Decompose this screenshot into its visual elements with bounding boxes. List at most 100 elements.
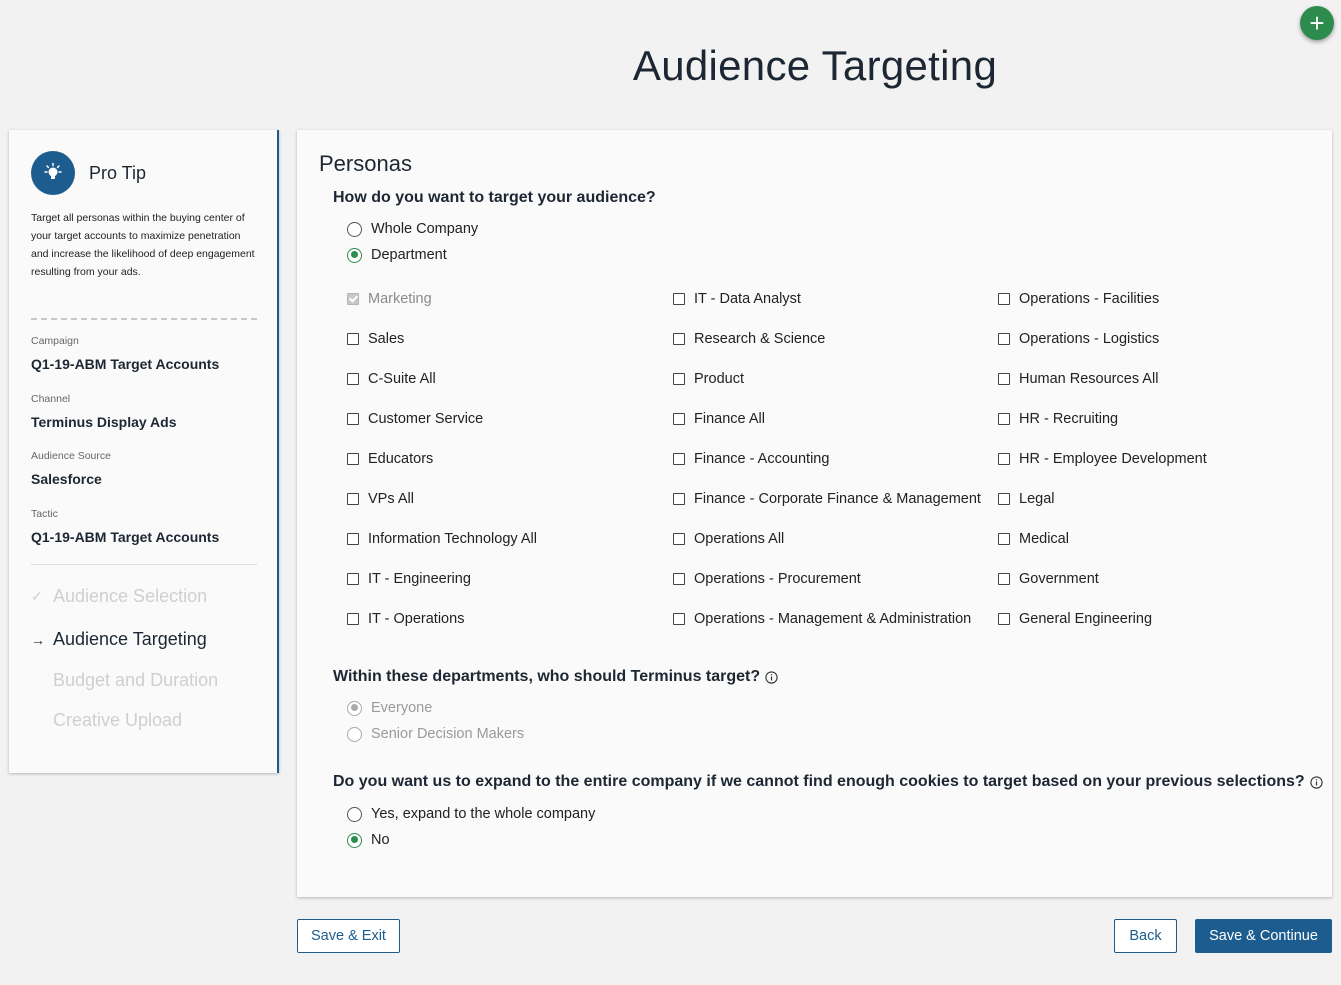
save-exit-button[interactable]: Save & Exit — [297, 919, 400, 953]
checkbox-label: VPs All — [368, 491, 414, 507]
checkbox-label: Research & Science — [694, 331, 826, 347]
department-checkbox[interactable]: Human Resources All — [998, 371, 1158, 387]
checkbox-box — [347, 333, 359, 345]
checkbox-label: Marketing — [368, 291, 432, 307]
radio-label: Everyone — [371, 700, 433, 716]
checkbox-box — [998, 413, 1010, 425]
page-title: Audience Targeting — [632, 42, 998, 89]
checkbox-box — [673, 613, 685, 625]
divider — [31, 318, 257, 320]
radio-circle — [347, 832, 362, 848]
step-audience-selection[interactable]: ✓ Audience Selection — [31, 586, 207, 607]
checkbox-box — [673, 493, 685, 505]
personas-card: Personas How do you want to target your … — [297, 130, 1332, 897]
department-checkbox[interactable]: Product — [673, 371, 744, 387]
checkbox-label: Government — [1019, 571, 1099, 587]
checkbox-label: Operations - Procurement — [694, 571, 861, 587]
department-checkbox[interactable]: C-Suite All — [347, 371, 436, 387]
campaign-value: Q1-19-ABM Target Accounts — [31, 356, 220, 372]
checkbox-box — [347, 413, 359, 425]
check-icon: ✓ — [31, 588, 43, 604]
radio-circle — [347, 221, 362, 237]
campaign-info: Campaign Q1-19-ABM Target Accounts — [31, 335, 219, 372]
audience-source-value: Salesforce — [31, 471, 102, 487]
checkbox-box — [673, 373, 685, 385]
radio-expand-yes[interactable]: Yes, expand to the whole company — [347, 806, 595, 822]
step-audience-targeting[interactable]: → Audience Targeting — [31, 629, 207, 650]
checkbox-box — [673, 533, 685, 545]
channel-info: Channel Terminus Display Ads — [31, 393, 176, 430]
pro-tip-text: Target all personas within the buying ce… — [31, 212, 255, 278]
department-checkbox[interactable]: IT - Engineering — [347, 571, 471, 587]
checkbox-label: Operations All — [694, 531, 785, 547]
department-checkbox[interactable]: General Engineering — [998, 611, 1152, 627]
tactic-value: Q1-19-ABM Target Accounts — [31, 529, 220, 545]
department-checkbox[interactable]: Educators — [347, 451, 433, 467]
radio-department[interactable]: Department — [347, 247, 447, 263]
department-checkbox[interactable]: Operations - Facilities — [998, 291, 1159, 307]
save-continue-button[interactable]: Save & Continue — [1195, 919, 1332, 953]
checkbox-label: Educators — [368, 451, 434, 467]
department-checkbox[interactable]: Finance - Accounting — [673, 451, 829, 467]
radio-senior-decision-makers[interactable]: Senior Decision Makers — [347, 726, 524, 742]
radio-whole-company[interactable]: Whole Company — [347, 221, 478, 237]
checkbox-label: Finance All — [694, 411, 765, 427]
checkbox-box — [673, 413, 685, 425]
department-checkbox[interactable]: HR - Recruiting — [998, 411, 1118, 427]
department-checkbox[interactable]: Finance - Corporate Finance & Management — [673, 491, 981, 507]
channel-label: Channel — [31, 393, 71, 405]
radio-label: Yes, expand to the whole company — [371, 806, 596, 822]
info-icon[interactable] — [765, 670, 778, 684]
info-icon[interactable] — [1310, 775, 1323, 789]
checkbox-box — [673, 573, 685, 585]
expand-question: Do you want us to expand to the entire c… — [333, 773, 1323, 791]
department-checkbox[interactable]: Operations - Logistics — [998, 331, 1159, 347]
department-checkbox[interactable]: IT - Data Analyst — [673, 291, 801, 307]
radio-everyone[interactable]: Everyone — [347, 700, 432, 716]
department-checkbox[interactable]: Medical — [998, 531, 1069, 547]
plus-icon: + — [1309, 8, 1325, 38]
checkbox-label: IT - Operations — [368, 611, 465, 627]
department-checkbox[interactable]: Sales — [347, 331, 404, 347]
back-button[interactable]: Back — [1114, 919, 1177, 953]
department-checkbox[interactable]: Information Technology All — [347, 531, 537, 547]
step-label: Budget and Duration — [53, 670, 219, 690]
checkbox-box — [673, 453, 685, 465]
department-checkbox[interactable]: Operations All — [673, 531, 784, 547]
checkbox-box — [347, 573, 359, 585]
radio-expand-no[interactable]: No — [347, 832, 390, 848]
department-checkbox[interactable]: Legal — [998, 491, 1054, 507]
department-checkbox[interactable]: Finance All — [673, 411, 765, 427]
sidebar: Pro Tip Target all personas within the b… — [9, 130, 279, 773]
department-checkbox[interactable]: VPs All — [347, 491, 414, 507]
department-checkbox[interactable]: Operations - Procurement — [673, 571, 861, 587]
department-checkbox[interactable]: Operations - Management & Administration — [673, 611, 971, 627]
checkbox-label: Sales — [368, 331, 405, 347]
checkbox-label: IT - Engineering — [368, 571, 471, 587]
department-checkbox[interactable]: Research & Science — [673, 331, 825, 347]
department-checkbox[interactable]: IT - Operations — [347, 611, 464, 627]
add-fab-button[interactable]: + — [1300, 6, 1334, 40]
radio-label: No — [371, 832, 390, 848]
checkbox-label: IT - Data Analyst — [694, 291, 801, 307]
department-checkbox[interactable]: Customer Service — [347, 411, 483, 427]
radio-label: Senior Decision Makers — [371, 726, 525, 742]
radio-label: Whole Company — [371, 221, 479, 237]
checkbox-box — [998, 293, 1010, 305]
checkbox-label: Human Resources All — [1019, 371, 1159, 387]
department-checkbox[interactable]: HR - Employee Development — [998, 451, 1207, 467]
checkbox-label: Operations - Facilities — [1019, 291, 1160, 307]
checkbox-label: Information Technology All — [368, 531, 538, 547]
department-checkbox[interactable]: Government — [998, 571, 1099, 587]
checkbox-label: Operations - Logistics — [1019, 331, 1160, 347]
section-heading: Personas — [319, 151, 412, 176]
checkbox-box — [998, 573, 1010, 585]
step-label: Audience Selection — [53, 586, 208, 606]
target-question: How do you want to target your audience? — [333, 189, 656, 206]
tactic-info: Tactic Q1-19-ABM Target Accounts — [31, 508, 219, 545]
checkbox-box — [998, 613, 1010, 625]
checkbox-box — [673, 333, 685, 345]
checkbox-box — [347, 453, 359, 465]
audience-source-info: Audience Source Salesforce — [31, 450, 111, 487]
checkbox-label: General Engineering — [1019, 611, 1153, 627]
